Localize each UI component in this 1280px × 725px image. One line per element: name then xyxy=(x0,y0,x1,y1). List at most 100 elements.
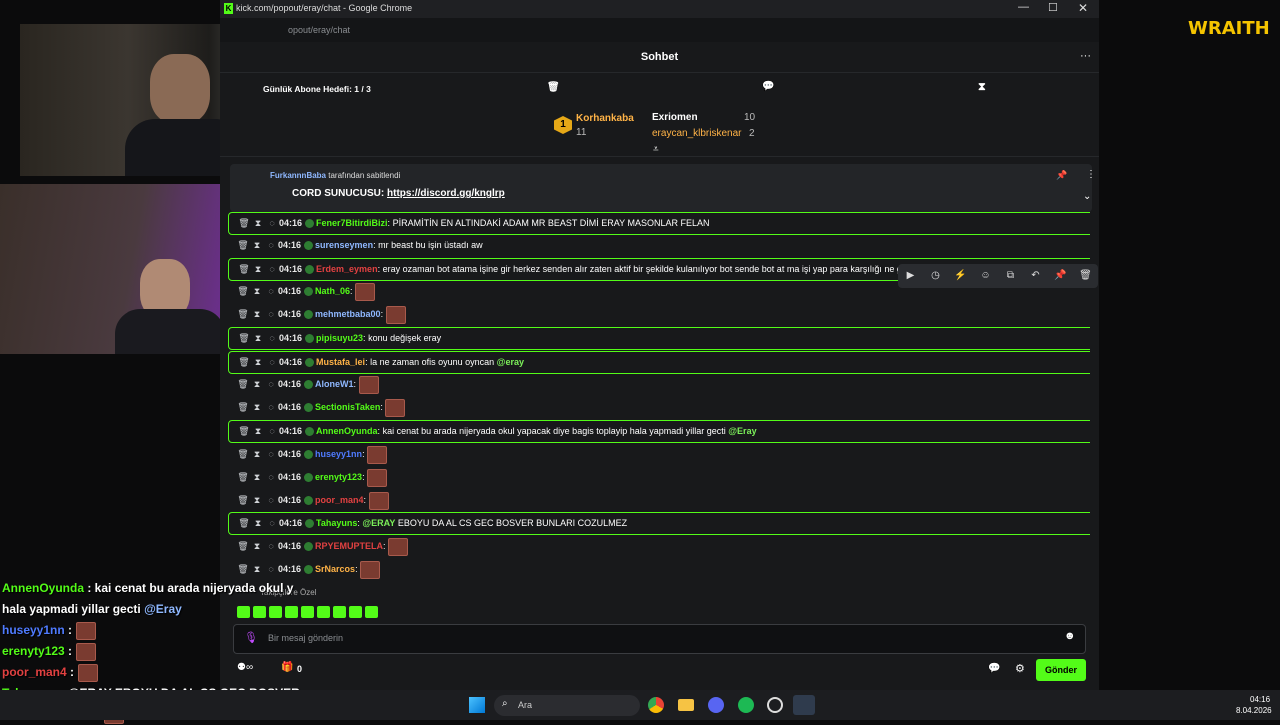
timeout-icon[interactable]: ◌ xyxy=(264,559,278,580)
hourglass-icon[interactable]: ⧗ xyxy=(251,259,265,280)
timeout-icon[interactable]: ◌ xyxy=(265,213,279,234)
chat-message[interactable]: 🗑 ⧗ ◌ 04:16 SectionisTaken: xyxy=(228,397,1090,418)
emote[interactable] xyxy=(333,605,346,618)
slow-icon[interactable]: ⚡ xyxy=(948,264,973,288)
hourglass-icon[interactable]: ⧗ xyxy=(978,81,986,94)
hourglass-icon[interactable]: ⧗ xyxy=(251,352,265,373)
send-button[interactable]: Gönder xyxy=(1036,659,1086,681)
message-username[interactable]: SrNarcos xyxy=(315,564,355,574)
app-icon[interactable] xyxy=(767,697,783,713)
trash-icon[interactable]: 🗑 xyxy=(237,259,251,280)
emoji-icon[interactable]: ☻ xyxy=(1064,630,1076,642)
trash-icon[interactable]: 🗑 xyxy=(236,559,250,580)
discord-icon[interactable] xyxy=(708,697,724,713)
trash-icon[interactable]: 🗑 xyxy=(236,304,250,325)
chat-message[interactable]: 🗑 ⧗ ◌ 04:16 Mustafa_lei: la ne zaman ofis oy… xyxy=(228,351,1090,374)
timeout-icon[interactable]: ◌ xyxy=(264,397,278,418)
more-options-icon[interactable]: ··· xyxy=(1080,50,1091,62)
hourglass-icon[interactable]: ⧗ xyxy=(251,328,265,349)
hourglass-icon[interactable]: ⧗ xyxy=(251,421,265,442)
message-username[interactable]: SectionisTaken xyxy=(315,402,380,412)
message-username[interactable]: Nath_06 xyxy=(315,286,350,296)
trash-icon[interactable]: 🗑 xyxy=(236,444,250,465)
hourglass-icon[interactable]: ⧗ xyxy=(250,397,264,418)
hourglass-icon[interactable]: ⧗ xyxy=(250,374,264,395)
spotify-icon[interactable] xyxy=(738,697,754,713)
pin-tool-icon[interactable]: 📌 xyxy=(1048,264,1073,288)
timeout-icon[interactable]: ◌ xyxy=(265,421,279,442)
trash-icon[interactable]: 🗑 xyxy=(236,536,250,557)
trash-icon[interactable]: 🗑 xyxy=(236,490,250,511)
message-username[interactable]: Tahayuns xyxy=(316,518,357,528)
trash-icon[interactable]: 🗑 xyxy=(547,82,560,93)
timeout-icon[interactable]: ◌ xyxy=(264,444,278,465)
trash-icon[interactable]: 🗑 xyxy=(236,281,250,302)
hourglass-icon[interactable]: ⧗ xyxy=(250,444,264,465)
chat-message[interactable]: 🗑 ⧗ ◌ 04:16 mehmetbaba00: xyxy=(228,304,1090,325)
trash-icon[interactable]: 🗑 xyxy=(237,328,251,349)
chat-message[interactable]: 🗑 ⧗ ◌ 04:16 huseyy1nn: xyxy=(228,444,1090,465)
timeout-icon[interactable]: ◌ xyxy=(264,235,278,256)
chat-message[interactable]: 🗑 ⧗ ◌ 04:16 poor_man4: xyxy=(228,490,1090,511)
pin-icon[interactable]: 📌 xyxy=(1056,170,1067,181)
play-icon[interactable]: ▶ xyxy=(898,264,923,288)
delete-icon[interactable]: 🗑 xyxy=(1073,264,1098,288)
steam-icon[interactable] xyxy=(793,695,815,715)
timeout-icon[interactable]: ◌ xyxy=(264,304,278,325)
clock-icon[interactable]: ◷ xyxy=(923,264,948,288)
minimize-icon[interactable]: — xyxy=(1018,1,1029,13)
chat-message[interactable]: 🗑 ⧗ ◌ 04:16 RPYEMUPTELA: xyxy=(228,536,1090,557)
chat-settings-icon[interactable]: 💬 xyxy=(988,663,1000,674)
copy-icon[interactable]: ⧉ xyxy=(998,264,1023,288)
trash-icon[interactable]: 🗑 xyxy=(236,374,250,395)
chat-message[interactable]: 🗑 ⧗ ◌ 04:16 pipisuyu23: konu değişek eray xyxy=(228,327,1090,350)
timeout-icon[interactable]: ◌ xyxy=(264,536,278,557)
search-box[interactable]: ⌕ Ara xyxy=(494,695,640,716)
emote[interactable] xyxy=(301,605,314,618)
timeout-icon[interactable]: ◌ xyxy=(265,352,279,373)
emote[interactable] xyxy=(349,605,362,618)
timeout-icon[interactable]: ◌ xyxy=(264,374,278,395)
hourglass-icon[interactable]: ⧗ xyxy=(250,559,264,580)
chat-message[interactable]: 🗑 ⧗ ◌ 04:16 AnnenOyunda: kai cenat bu arada … xyxy=(228,420,1090,443)
timeout-icon[interactable]: ◌ xyxy=(265,259,279,280)
kebab-menu-icon[interactable]: ⋮ xyxy=(1086,169,1096,180)
emote[interactable] xyxy=(317,605,330,618)
collapse-icon[interactable]: ⩡ xyxy=(653,144,659,155)
mention[interactable]: @Eray xyxy=(728,426,756,436)
maximize-icon[interactable]: ☐ xyxy=(1048,1,1058,14)
message-username[interactable]: erenyty123 xyxy=(315,472,362,482)
expand-icon[interactable]: ⌄ xyxy=(1083,191,1091,202)
trash-icon[interactable]: 🗑 xyxy=(237,352,251,373)
message-username[interactable]: AloneW1 xyxy=(315,379,354,389)
message-username[interactable]: surenseymen xyxy=(315,240,373,250)
timeout-icon[interactable]: ◌ xyxy=(264,281,278,302)
trash-icon[interactable]: 🗑 xyxy=(237,421,251,442)
hourglass-icon[interactable]: ⧗ xyxy=(250,304,264,325)
trash-icon[interactable]: 🗑 xyxy=(237,213,251,234)
gear-icon[interactable]: ⚙ xyxy=(1015,662,1025,675)
hourglass-icon[interactable]: ⧗ xyxy=(250,490,264,511)
mention[interactable]: @ERAY xyxy=(362,518,395,528)
chat-message[interactable]: 🗑 ⧗ ◌ 04:16 erenyty123: xyxy=(228,467,1090,488)
trash-icon[interactable]: 🗑 xyxy=(236,235,250,256)
folder-icon[interactable] xyxy=(678,699,694,711)
trash-icon[interactable]: 🗑 xyxy=(236,467,250,488)
chat-message[interactable]: 🗑 ⧗ ◌ 04:16 Tahayuns: @ERAY EBOYU DA AL CS G… xyxy=(228,512,1090,535)
message-username[interactable]: AnnenOyunda xyxy=(316,426,378,436)
message-input[interactable]: 🎙 Bir mesaj gönderin ☻ xyxy=(233,624,1086,654)
discord-link[interactable]: https://discord.gg/knglrp xyxy=(387,188,505,199)
chrome-icon[interactable] xyxy=(648,697,664,713)
hourglass-icon[interactable]: ⧗ xyxy=(251,213,265,234)
message-username[interactable]: poor_man4 xyxy=(315,495,364,505)
trash-icon[interactable]: 🗑 xyxy=(237,513,251,534)
hourglass-icon[interactable]: ⧗ xyxy=(250,281,264,302)
hourglass-icon[interactable]: ⧗ xyxy=(250,467,264,488)
address-bar[interactable]: opout/eray/chat xyxy=(220,18,1099,42)
chat-message[interactable]: 🗑 ⧗ ◌ 04:16 SrNarcos: xyxy=(228,559,1090,580)
emote-icon[interactable]: ☺ xyxy=(973,264,998,288)
undo-icon[interactable]: ↶ xyxy=(1023,264,1048,288)
trash-icon[interactable]: 🗑 xyxy=(236,397,250,418)
hourglass-icon[interactable]: ⧗ xyxy=(250,536,264,557)
timeout-icon[interactable]: ◌ xyxy=(265,328,279,349)
